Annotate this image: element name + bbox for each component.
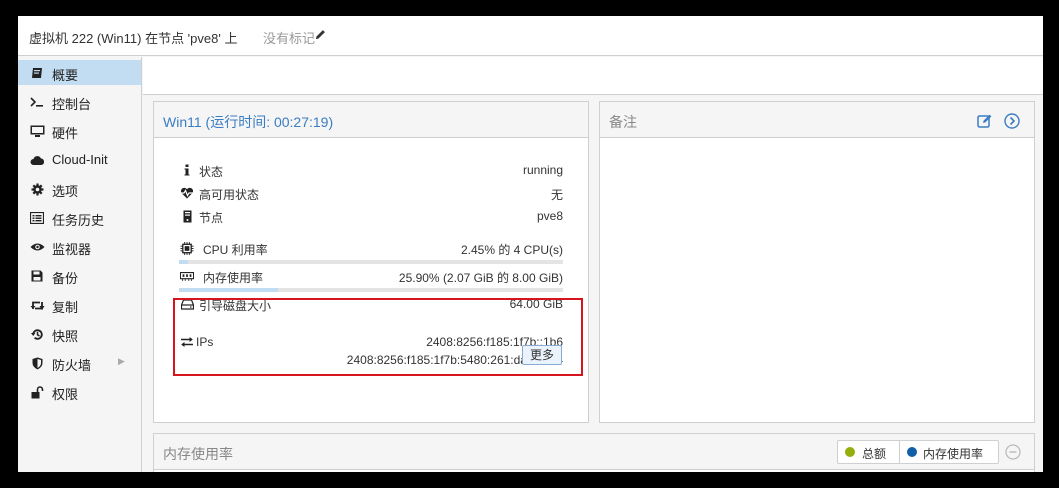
memory-icon [180, 269, 194, 283]
unlock-icon [29, 384, 45, 400]
notes-panel-title: 备注 [609, 114, 637, 130]
sidebar-item-permissions[interactable]: 权限 [18, 379, 141, 404]
history-icon [29, 326, 45, 342]
sidebar-item-hardware[interactable]: 硬件 [18, 118, 141, 143]
retweet-icon [29, 297, 45, 313]
legend-label: 内存使用率 [923, 447, 984, 461]
list-icon [29, 210, 45, 226]
server-icon [180, 209, 194, 223]
sidebar-item-label: 硬件 [52, 126, 79, 141]
minus-circle-icon[interactable] [1005, 444, 1021, 460]
node-label: 节点 [199, 211, 224, 225]
ips-label: IPs [196, 335, 214, 349]
memory-usage-fill [179, 288, 278, 292]
status-panel-title: Win11 (运行时间: 00:27:19) [163, 114, 334, 130]
sidebar-item-options[interactable]: 选项 [18, 176, 141, 201]
info-icon [180, 163, 194, 177]
main-toolbar [143, 57, 1043, 95]
cpu-usage-fill [179, 260, 188, 264]
ha-status-label: 高可用状态 [199, 188, 260, 202]
sidebar-item-label: 权限 [52, 387, 79, 402]
sidebar-item-label: 选项 [52, 184, 79, 199]
sidebar-item-snapshots[interactable]: 快照 [18, 321, 141, 346]
sidebar-item-task-history[interactable]: 任务历史 [18, 205, 141, 230]
sidebar-item-firewall[interactable]: 防火墙 ▶ [18, 350, 141, 375]
sidebar-item-console[interactable]: 控制台 [18, 89, 141, 114]
cpu-label: CPU 利用率 [203, 243, 268, 257]
status-panel: Win11 (运行时间: 00:27:19) 状态 running 高可用状态 … [153, 101, 589, 423]
legend-label: 总额 [862, 447, 887, 461]
sidebar-item-label: 概要 [52, 68, 79, 83]
sidebar-item-label: 快照 [52, 329, 79, 344]
legend-color-dot [845, 447, 855, 457]
sidebar-item-label: 防火墙 [52, 358, 92, 373]
cpu-value: 2.45% 的 4 CPU(s) [460, 243, 563, 257]
book-icon [29, 65, 45, 81]
cpu-icon [180, 241, 194, 255]
chevron-right-circle-icon[interactable] [1004, 113, 1020, 129]
sidebar-item-label: 复制 [52, 300, 79, 315]
sidebar-item-cloud-init[interactable]: Cloud-Init [18, 147, 141, 172]
memory-usage-bar [179, 288, 563, 292]
sidebar-item-label: 控制台 [52, 97, 92, 112]
sidebar-item-label: 监视器 [52, 242, 92, 257]
sidebar-item-backup[interactable]: 备份 [18, 263, 141, 288]
sidebar-item-replication[interactable]: 复制 [18, 292, 141, 317]
status-label: 状态 [199, 165, 224, 179]
vm-window: 虚拟机 222 (Win11) 在节点 'pve8' 上 没有标记 概要 控制台… [18, 16, 1043, 472]
eye-icon [29, 239, 45, 255]
cpu-usage-bar [179, 260, 563, 264]
shield-icon [29, 355, 45, 371]
terminal-icon [29, 94, 45, 110]
floppy-icon [29, 268, 45, 284]
ha-status-value: 无 [550, 188, 563, 202]
node-value: pve8 [536, 209, 563, 223]
memory-label: 内存使用率 [203, 271, 264, 285]
sidebar-item-monitor[interactable]: 监视器 [18, 234, 141, 259]
sidebar: 概要 控制台 硬件 Cloud-Init 选项 任务历史 监视器 备份 复制 快… [18, 57, 142, 472]
legend-item-memory-usage[interactable]: 内存使用率 [900, 441, 998, 463]
status-panel-header: Win11 (运行时间: 00:27:19) [154, 102, 588, 138]
submenu-arrow-icon: ▶ [118, 356, 125, 366]
memory-chart-header: 内存使用率 总额 内存使用率 [154, 434, 1034, 470]
edit-icon[interactable] [977, 113, 993, 129]
title-bar: 虚拟机 222 (Win11) 在节点 'pve8' 上 没有标记 [18, 16, 1043, 56]
memory-chart-title: 内存使用率 [163, 446, 233, 462]
status-value: running [522, 163, 563, 177]
vm-title: 虚拟机 222 (Win11) 在节点 'pve8' 上 [29, 31, 238, 46]
notes-panel: 备注 [599, 101, 1035, 423]
memory-value: 25.90% (2.07 GiB 的 8.00 GiB) [398, 271, 563, 285]
sidebar-item-label: Cloud-Init [52, 152, 108, 167]
desktop-icon [29, 123, 45, 139]
cloud-icon [29, 152, 45, 168]
gear-icon [29, 181, 45, 197]
tags-placeholder[interactable]: 没有标记 [263, 28, 315, 47]
memory-chart-panel: 内存使用率 总额 内存使用率 [153, 433, 1035, 472]
chart-legend: 总额 内存使用率 [837, 440, 999, 464]
legend-color-dot [907, 447, 917, 457]
exchange-icon [180, 335, 194, 349]
heartbeat-icon [180, 186, 194, 200]
pencil-icon[interactable] [315, 29, 326, 43]
sidebar-item-summary[interactable]: 概要 [18, 60, 141, 85]
more-ips-button[interactable]: 更多 [522, 345, 562, 365]
sidebar-item-label: 任务历史 [52, 213, 105, 228]
notes-panel-header: 备注 [600, 102, 1034, 138]
main-content: Win11 (运行时间: 00:27:19) 状态 running 高可用状态 … [143, 57, 1043, 472]
legend-item-total[interactable]: 总额 [838, 441, 900, 463]
sidebar-item-label: 备份 [52, 271, 79, 286]
